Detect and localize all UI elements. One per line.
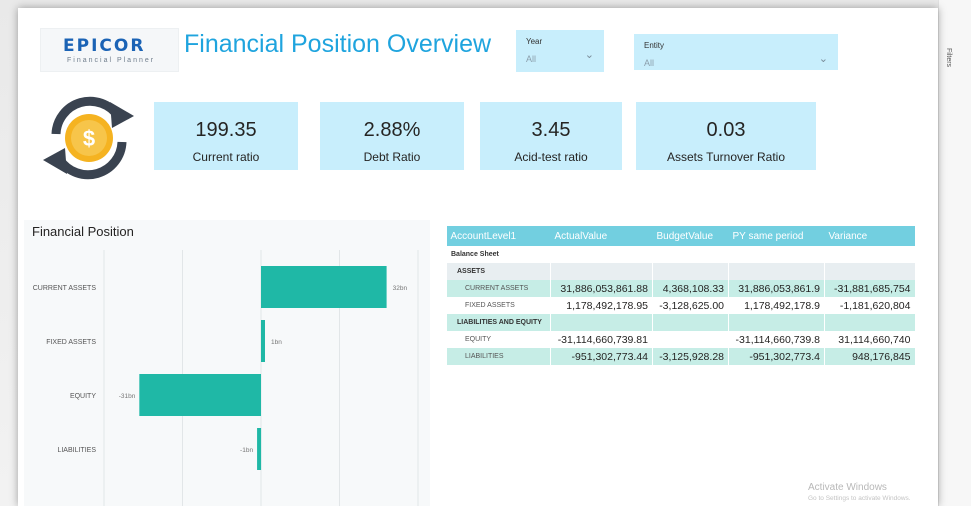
row-label: CURRENT ASSETS [446,280,551,297]
cell: -1,181,620,804 [824,297,915,314]
year-slicer-label: Year [526,37,543,46]
row-label: Balance Sheet [446,246,551,263]
activate-windows-watermark: Activate Windows [808,482,887,493]
row-label: EQUITY [446,331,551,348]
cell: -951,302,773.44 [550,348,653,365]
chevron-down-icon[interactable]: ⌄ [819,52,828,65]
bar [139,374,261,416]
cell [728,263,825,280]
activate-windows-hint: Go to Settings to activate Windows. [808,495,911,502]
cell [652,263,729,280]
column-header[interactable]: PY same period [728,226,825,246]
svg-text:$: $ [83,126,95,151]
column-header[interactable]: BudgetValue [652,226,729,246]
logo-wordmark: EPICOR [63,36,146,56]
cell: 31,886,053,861.9 [728,280,825,297]
data-label: -1bn [240,447,253,454]
dollar-refresh-icon: $ [43,96,134,180]
cell: 1,178,492,178.9 [728,297,825,314]
table-row[interactable]: FIXED ASSETS 1,178,492,178.95 -3,128,625… [446,297,915,314]
cell: 948,176,845 [824,348,915,365]
cell [550,246,653,263]
kpi-value: 3.45 [531,119,571,141]
kpi-debt-ratio[interactable]: 2.88% Debt Ratio [320,102,464,170]
table-row[interactable]: ASSETS [446,263,915,280]
cell: 1,178,492,178.95 [550,297,653,314]
entity-slicer-label: Entity [644,41,665,50]
row-label: FIXED ASSETS [446,297,551,314]
epicor-logo: EPICOR Financial Planner [40,28,179,72]
logo-subtitle: Financial Planner [67,57,156,64]
financial-position-plot[interactable]: -40bn-20bn0bn20bn40bnCURRENT ASSETS32bnF… [24,220,430,506]
table-row[interactable]: LIABILITIES -951,302,773.44 -3,125,928.2… [446,348,915,365]
filters-pane[interactable] [938,0,971,506]
kpi-acid-test-ratio[interactable]: 3.45 Acid-test ratio [480,102,622,170]
chevron-down-icon[interactable]: ⌄ [585,48,594,61]
cell [728,314,825,331]
kpi-value: 2.88% [363,119,421,141]
cell: 31,886,053,861.88 [550,280,653,297]
page-title: Financial Position Overview [184,30,492,58]
cell [824,246,915,263]
cell: -31,881,685,754 [824,280,915,297]
balance-sheet-table[interactable]: AccountLevel1 ActualValue BudgetValue PY… [446,226,915,365]
kpi-value: 0.03 [706,119,746,141]
column-header[interactable]: Variance [824,226,915,246]
row-label: LIABILITIES AND EQUITY [446,314,551,331]
cell: -3,125,928.28 [652,348,729,365]
category-label: EQUITY [70,393,96,400]
cell: -31,114,660,739.8 [728,331,825,348]
data-label: -31bn [119,393,136,400]
cell [824,314,915,331]
cell: -31,114,660,739.81 [550,331,653,348]
table-row[interactable]: CURRENT ASSETS 31,886,053,861.88 4,368,1… [446,280,915,297]
cell [728,246,825,263]
cell: 31,114,660,740 [824,331,915,348]
kpi-label: Debt Ratio [363,150,421,164]
cell [550,263,653,280]
kpi-assets-turnover-ratio[interactable]: 0.03 Assets Turnover Ratio [636,102,816,170]
kpi-current-ratio[interactable]: 199.35 Current ratio [154,102,298,170]
bar [257,428,262,470]
data-label: 1bn [271,339,282,346]
filters-pane-label[interactable]: Filters [945,48,952,67]
column-header[interactable]: ActualValue [550,226,653,246]
entity-slicer-value[interactable]: All [644,58,654,68]
cell: -3,128,625.00 [652,297,729,314]
column-header[interactable]: AccountLevel1 [446,226,551,246]
kpi-value: 199.35 [195,119,257,141]
data-label: 32bn [393,285,408,292]
table-row[interactable]: LIABILITIES AND EQUITY [446,314,915,331]
kpi-label: Assets Turnover Ratio [666,150,786,164]
table-header-row: AccountLevel1 ActualValue BudgetValue PY… [446,226,915,246]
bar [261,320,265,362]
table-row[interactable]: EQUITY -31,114,660,739.81 -31,114,660,73… [446,331,915,348]
cell [652,246,729,263]
chart-title: Financial Position [32,224,134,239]
cell: -951,302,773.4 [728,348,825,365]
kpi-label: Acid-test ratio [514,150,588,164]
bar [261,266,387,308]
cell [550,314,653,331]
kpi-label: Current ratio [192,150,260,164]
entity-slicer[interactable]: Entity All ⌄ [634,34,838,70]
row-label: LIABILITIES [446,348,551,365]
cell [824,263,915,280]
table-row[interactable]: Balance Sheet [446,246,915,263]
category-label: LIABILITIES [57,447,96,454]
row-label: ASSETS [446,263,551,280]
cell [652,314,729,331]
cell [652,331,729,348]
year-slicer-value[interactable]: All [526,54,536,64]
cell: 4,368,108.33 [652,280,729,297]
year-slicer[interactable]: Year All ⌄ [516,30,604,72]
category-label: CURRENT ASSETS [33,285,97,292]
financial-position-chart[interactable]: -40bn-20bn0bn20bn40bnCURRENT ASSETS32bnF… [24,220,430,506]
category-label: FIXED ASSETS [46,339,96,346]
